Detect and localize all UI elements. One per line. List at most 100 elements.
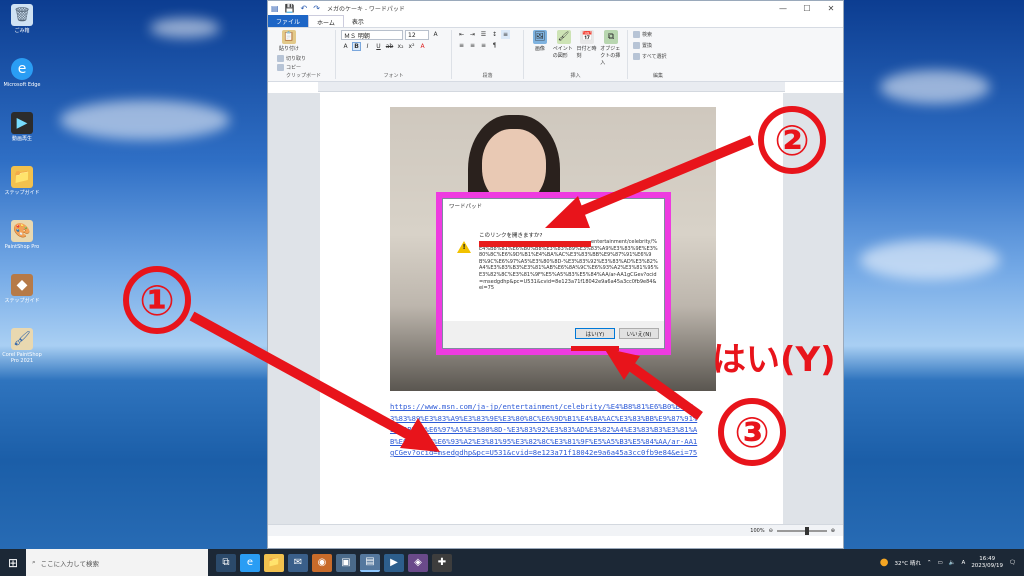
group-label: 挿入 <box>570 73 581 79</box>
volume-icon[interactable]: 🔈 <box>949 560 956 566</box>
find-icon <box>633 31 640 38</box>
tab-file[interactable]: ファイル <box>268 15 309 27</box>
subscript-button[interactable]: x₂ <box>396 42 405 51</box>
desktop-icon-video[interactable]: ▶ 動画再生 <box>2 112 42 142</box>
weather-icon: ● <box>879 557 889 568</box>
edge-icon: e <box>11 58 33 80</box>
paste-icon: 📋 <box>282 30 296 44</box>
strikethrough-button[interactable]: ab <box>385 42 394 51</box>
ribbon-tabs: ファイル ホーム 表示 <box>268 15 843 27</box>
font-name-select[interactable]: ＭＳ 明朝 <box>341 30 403 40</box>
desktop-icon-corel[interactable]: 🖌 Corel PaintShop Pro 2021 <box>2 328 42 364</box>
explorer-taskbar-icon[interactable]: 📁 <box>264 553 284 572</box>
ime-icon[interactable]: A <box>962 560 966 566</box>
text-color-button[interactable]: A <box>418 42 427 51</box>
desktop-icon-label: Microsoft Edge <box>3 82 41 88</box>
group-label: クリップボード <box>285 73 321 79</box>
step-2-marker: ② <box>758 106 826 174</box>
zoom-level: 100% <box>750 527 765 534</box>
edge-taskbar-icon[interactable]: e <box>240 553 260 572</box>
zoom-in-button[interactable]: ⊕ <box>831 528 835 534</box>
document-hyperlink[interactable]: https://www.msn.com/ja-jp/entertainment/… <box>390 401 700 459</box>
open-link-dialog: ワードパッド ! このリンクを開きますか? entertainment/cele… <box>442 198 665 349</box>
italic-button[interactable]: I <box>363 42 372 51</box>
align-center-button[interactable]: ≡ <box>457 41 466 50</box>
copy-icon <box>277 64 284 71</box>
close-button[interactable]: ✕ <box>819 4 843 13</box>
no-button[interactable]: いいえ(N) <box>619 328 659 339</box>
notification-icon[interactable]: 🗨 <box>1009 560 1016 566</box>
grow-font-button[interactable]: A <box>431 30 440 39</box>
superscript-button[interactable]: x² <box>407 42 416 51</box>
zoom-slider-thumb[interactable] <box>804 526 809 535</box>
yes-button[interactable]: はい(Y) <box>575 328 615 339</box>
desktop-icon-label: ごみ箱 <box>14 28 30 34</box>
replace-icon <box>633 42 640 49</box>
clipboard-group: 📋 貼り付け 切り取り コピー クリップボード <box>272 30 336 79</box>
find-button[interactable]: 検索 <box>633 30 683 39</box>
undo-icon[interactable]: ↶ <box>301 4 308 13</box>
desktop-icon-recycle-bin[interactable]: 🗑 ごみ箱 <box>2 4 42 34</box>
step-3-marker: ③ <box>718 398 786 466</box>
decrease-indent-button[interactable]: ⇤ <box>457 30 466 39</box>
tray-chevron-icon[interactable]: ⌃ <box>927 560 932 566</box>
paint-icon: 🖌 <box>556 30 571 44</box>
task-view-icon[interactable]: ⧉ <box>216 553 236 572</box>
copy-button[interactable]: コピー <box>277 63 306 72</box>
app-taskbar-icon-2[interactable]: ▣ <box>336 553 356 572</box>
cut-button[interactable]: 切り取り <box>277 54 306 63</box>
app-taskbar-icon-5[interactable]: ✚ <box>432 553 452 572</box>
wordpad-taskbar-icon[interactable]: ▤ <box>360 553 380 572</box>
line-spacing-button[interactable]: ↕ <box>490 30 499 39</box>
select-all-button[interactable]: すべて選択 <box>633 52 683 61</box>
video-icon: ▶ <box>11 112 33 134</box>
network-icon[interactable]: ▭ <box>937 560 942 566</box>
app-taskbar-icon[interactable]: ◉ <box>312 553 332 572</box>
tab-home[interactable]: ホーム <box>308 15 344 27</box>
weather-text[interactable]: 32°C 晴れ <box>895 559 921 567</box>
tab-view[interactable]: 表示 <box>344 15 372 27</box>
mail-taskbar-icon[interactable]: ✉ <box>288 553 308 572</box>
paragraph-button[interactable]: ¶ <box>490 41 499 50</box>
desktop-icon-label: Corel PaintShop Pro 2021 <box>2 352 42 364</box>
ribbon: 📋 貼り付け 切り取り コピー クリップボード ＭＳ 明朝 12 A A B I … <box>268 27 843 82</box>
bold-button[interactable]: B <box>352 42 361 51</box>
minimize-button[interactable]: — <box>771 4 795 13</box>
zoom-slider[interactable] <box>776 526 827 535</box>
desktop-icon-label: ステップガイド <box>4 190 40 196</box>
paste-button[interactable]: 📋 貼り付け <box>277 30 301 52</box>
warning-icon: ! <box>457 241 471 253</box>
group-label: フォント <box>383 73 404 79</box>
search-icon: ⌕ <box>32 558 36 566</box>
start-button[interactable]: ⊞ <box>0 549 26 576</box>
taskbar-search[interactable]: ⌕ ここに入力して検索 <box>26 549 208 576</box>
justify-button[interactable]: ≡ <box>479 41 488 50</box>
align-left-button[interactable]: ≡ <box>501 30 510 39</box>
ruler[interactable] <box>318 82 785 92</box>
object-icon: ⧉ <box>604 30 619 44</box>
corel-icon: 🖌 <box>11 328 33 350</box>
maximize-button[interactable]: ☐ <box>795 4 819 13</box>
align-right-button[interactable]: ≡ <box>468 41 477 50</box>
desktop-icon-guide[interactable]: ◆ ステップガイド <box>2 274 42 304</box>
font-size-select[interactable]: 12 <box>405 30 429 40</box>
underline-button[interactable]: U <box>374 42 383 51</box>
desktop-icon-folder[interactable]: 📁 ステップガイド <box>2 166 42 196</box>
bullets-button[interactable]: ☰ <box>479 30 488 39</box>
group-label: 編集 <box>652 73 663 79</box>
group-label: 段落 <box>482 73 493 79</box>
desktop-icon-edge[interactable]: e Microsoft Edge <box>2 58 42 88</box>
desktop-icon-paintshop[interactable]: 🎨 PaintShop Pro <box>2 220 42 250</box>
replace-button[interactable]: 置換 <box>633 41 683 50</box>
app-taskbar-icon-3[interactable]: ▶ <box>384 553 404 572</box>
app-taskbar-icon-4[interactable]: ◈ <box>408 553 428 572</box>
increase-indent-button[interactable]: ⇥ <box>468 30 477 39</box>
save-icon[interactable]: 💾 <box>285 4 295 13</box>
desktop-icon-label: ステップガイド <box>4 298 40 304</box>
shrink-font-button[interactable]: A <box>341 42 350 51</box>
status-bar: 100% ⊖ ⊕ <box>268 524 843 536</box>
taskbar-clock[interactable]: 16:49 2023/09/19 <box>971 556 1003 570</box>
redo-icon[interactable]: ↷ <box>313 4 320 13</box>
zoom-out-button[interactable]: ⊖ <box>769 528 773 534</box>
picture-icon: 🖼 <box>532 30 547 44</box>
